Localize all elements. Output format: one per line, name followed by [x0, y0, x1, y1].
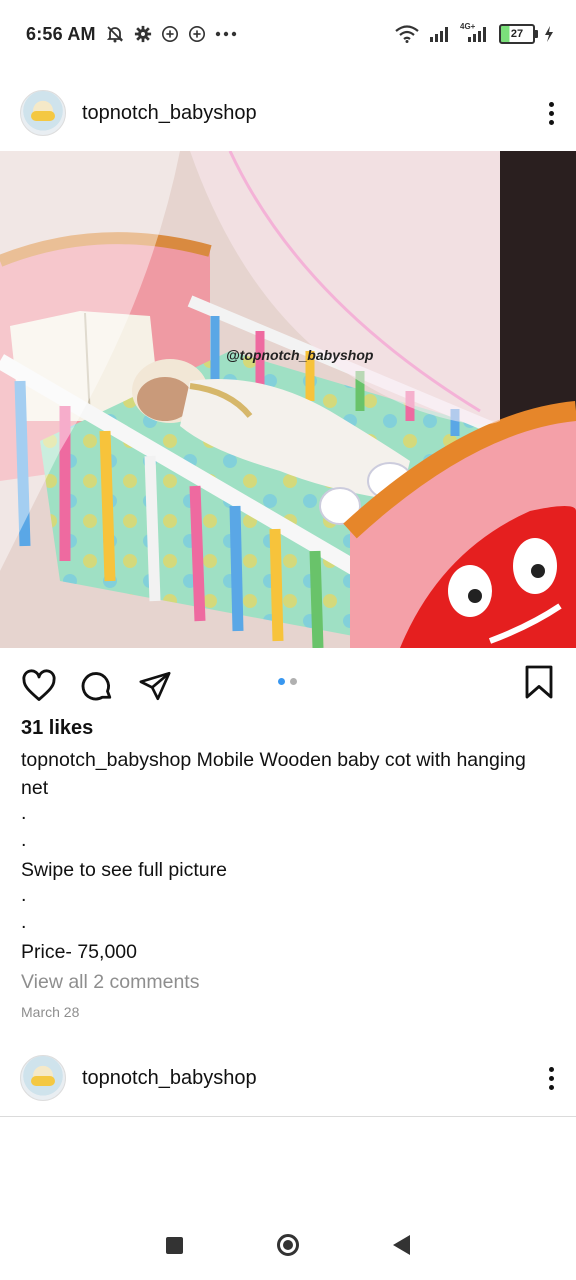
status-bar: 6:56 AM 4G+ 27 [0, 0, 576, 68]
charging-icon [544, 26, 554, 42]
network-label: 4G+ [460, 22, 476, 31]
status-left: 6:56 AM [26, 24, 237, 45]
caption-dot-2: . [21, 829, 27, 851]
caption-dot-3: . [21, 884, 27, 906]
wifi-icon [394, 25, 420, 43]
battery-level: 27 [510, 28, 524, 40]
recents-button[interactable] [166, 1236, 183, 1254]
avatar[interactable] [20, 90, 66, 136]
caption-dot-4: . [21, 911, 27, 933]
likes-count[interactable]: 31 likes [21, 717, 93, 740]
gear-icon [134, 25, 152, 43]
image-watermark: @topnotch_babyshop [226, 347, 374, 363]
post-image[interactable]: @topnotch_babyshop [0, 151, 576, 648]
bookmark-icon[interactable] [524, 664, 554, 700]
carousel-indicator [278, 678, 297, 685]
heart-icon[interactable] [20, 667, 58, 705]
caption-username[interactable]: topnotch_babyshop [21, 749, 191, 771]
baby-cot-photo [0, 151, 576, 648]
plus-circle-icon [161, 25, 179, 43]
post-header: topnotch_babyshop [0, 75, 576, 151]
more-dots-icon [215, 30, 237, 38]
carousel-dot-active [278, 678, 285, 685]
battery-icon: 27 [499, 24, 538, 44]
comment-icon[interactable] [78, 667, 116, 705]
view-comments-link[interactable]: View all 2 comments [21, 971, 199, 994]
avatar[interactable] [20, 1055, 66, 1101]
next-post-header: topnotch_babyshop [0, 1040, 576, 1116]
share-icon[interactable] [136, 667, 174, 705]
signal-4g-icon: 4G+ [460, 22, 490, 42]
status-right: 4G+ 27 [394, 22, 554, 44]
post-actions [0, 660, 576, 712]
caption-dot-1: . [21, 802, 27, 824]
post-caption: topnotch_babyshop Mobile Wooden baby cot… [21, 746, 557, 966]
divider [0, 1116, 576, 1117]
back-button[interactable] [393, 1235, 410, 1255]
caption-swipe: Swipe to see full picture [21, 859, 227, 881]
system-nav-bar [0, 1210, 576, 1280]
post-date: March 28 [21, 1004, 80, 1020]
signal-icon [429, 26, 451, 42]
status-time: 6:56 AM [26, 23, 96, 44]
carousel-dot [290, 678, 297, 685]
next-post-username[interactable]: topnotch_babyshop [82, 1067, 257, 1090]
post-username[interactable]: topnotch_babyshop [82, 102, 257, 125]
caption-price: Price- 75,000 [21, 941, 137, 963]
more-options-icon[interactable] [546, 1066, 556, 1090]
more-options-icon[interactable] [546, 101, 556, 125]
muted-bell-icon [105, 24, 125, 44]
plus-circle-icon [188, 25, 206, 43]
home-button[interactable] [277, 1234, 299, 1256]
